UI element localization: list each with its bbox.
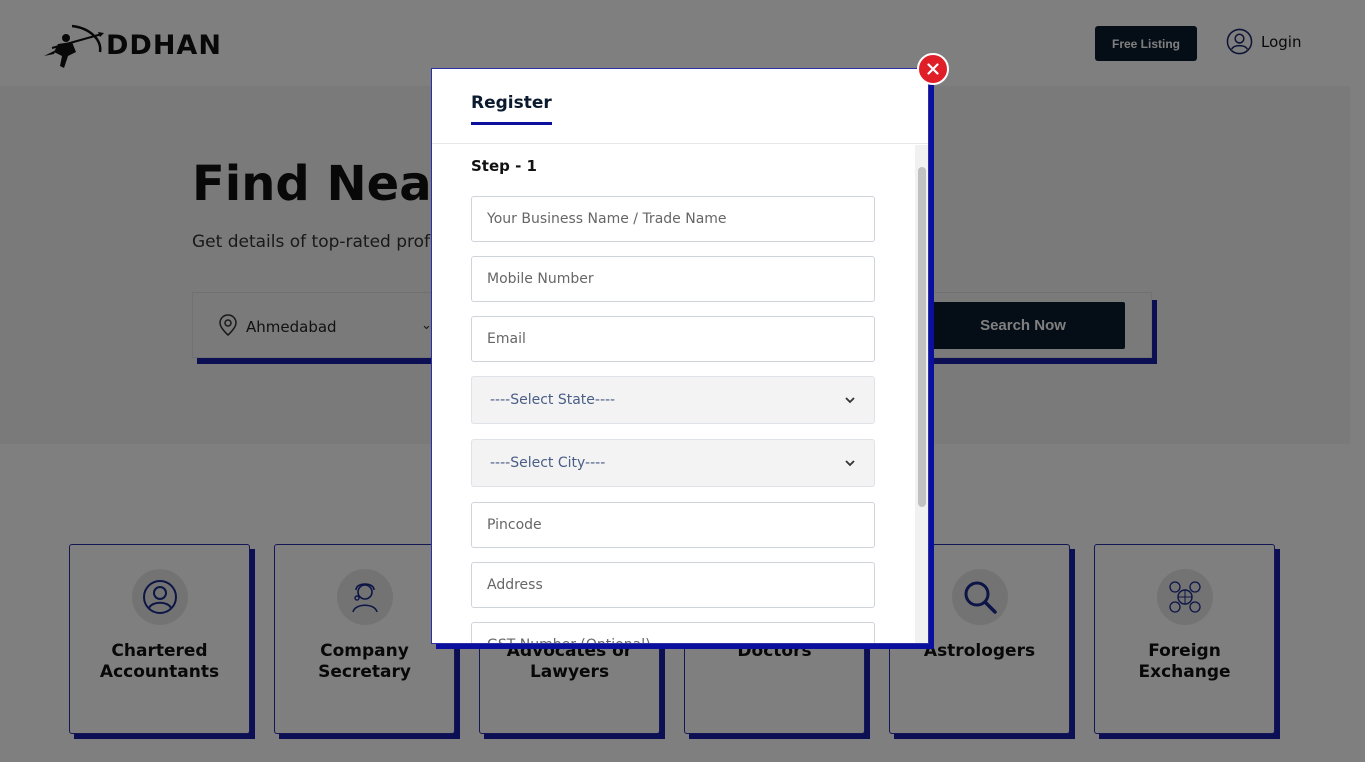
chevron-down-icon	[845, 397, 855, 404]
pincode-input[interactable]	[471, 502, 875, 548]
mobile-number-input[interactable]	[471, 256, 875, 302]
address-input[interactable]	[471, 562, 875, 608]
business-name-input[interactable]	[471, 196, 875, 242]
city-select[interactable]: ----Select City----	[471, 439, 875, 487]
tab-register[interactable]: Register	[471, 93, 552, 125]
email-input[interactable]	[471, 316, 875, 362]
modal-header: Register	[432, 69, 928, 144]
close-icon	[927, 63, 939, 75]
state-select[interactable]: ----Select State----	[471, 376, 875, 424]
chevron-down-icon	[845, 460, 855, 467]
step-label: Step - 1	[471, 157, 537, 175]
modal-body: Step - 1 ----Select State---- ----Select…	[432, 145, 928, 643]
gst-number-input[interactable]	[471, 622, 875, 643]
city-select-value: ----Select City----	[490, 455, 606, 471]
register-modal: Register Step - 1 ----Select State---- -…	[431, 68, 929, 644]
modal-scrollbar-thumb[interactable]	[918, 167, 926, 507]
state-select-value: ----Select State----	[490, 392, 616, 408]
close-modal-button[interactable]	[917, 53, 949, 85]
